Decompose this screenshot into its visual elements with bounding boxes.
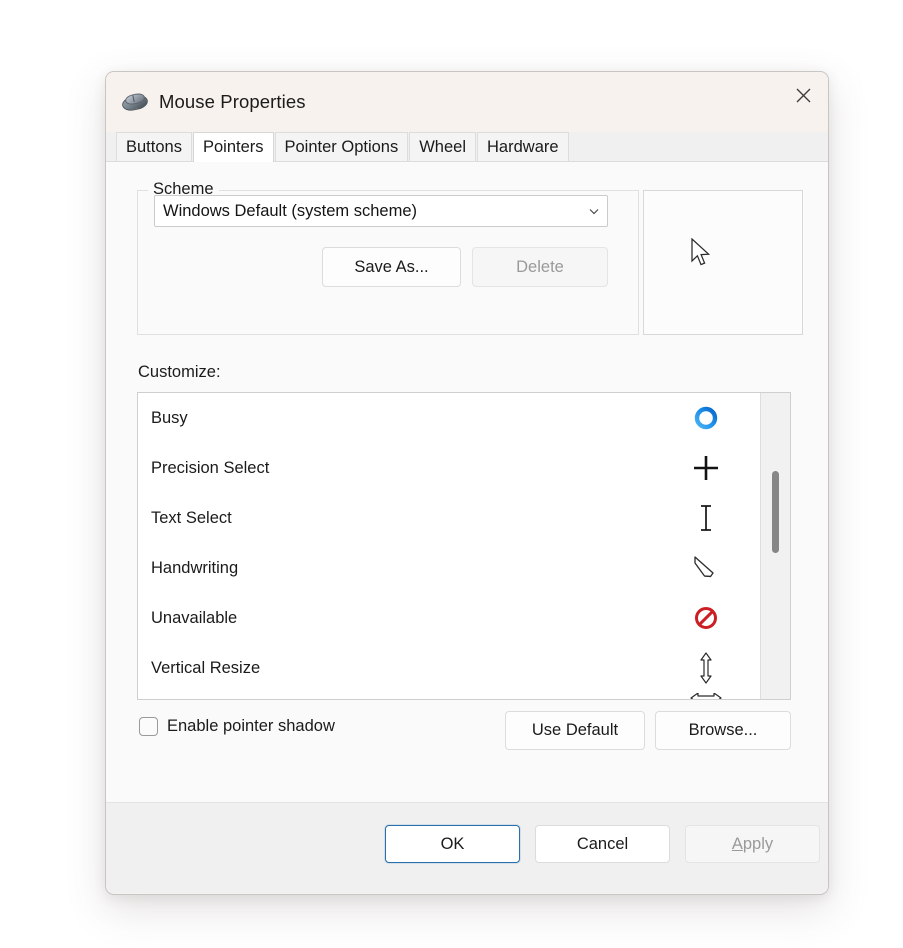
tab-pointers[interactable]: Pointers [192,132,274,162]
list-item[interactable]: Vertical Resize [138,643,790,693]
enable-pointer-shadow-label: Enable pointer shadow [167,717,335,735]
tab-strip: Buttons Pointers Pointer Options Wheel H… [106,132,828,162]
window-title: Mouse Properties [159,91,306,112]
apply-label-rest: pply [742,834,774,853]
list-item-label: Busy [151,408,188,427]
enable-pointer-shadow-checkbox[interactable]: Enable pointer shadow [139,717,335,736]
screen: Mouse Properties Buttons Pointers Pointe… [0,0,903,948]
list-item-label: Unavailable [151,608,238,627]
scheme-select-value: Windows Default (system scheme) [163,201,417,220]
horizontal-resize-cursor [684,693,728,699]
apply-button[interactable]: Apply [685,825,820,863]
list-item-label: Vertical Resize [151,658,261,677]
list-item[interactable]: Text Select [138,493,790,543]
list-item[interactable]: Precision Select [138,443,790,493]
list-item[interactable]: Handwriting [138,543,790,593]
tab-wheel[interactable]: Wheel [409,132,477,161]
tab-pointer-options[interactable]: Pointer Options [274,132,409,161]
busy-ring-cursor [684,393,728,443]
scheme-select[interactable]: Windows Default (system scheme) [154,195,608,227]
cursor-list[interactable]: Busy Precision Select Text Select Handwr… [137,392,791,700]
tab-buttons[interactable]: Buttons [116,132,192,161]
vertical-resize-cursor [684,643,728,693]
crosshair-cursor [684,443,728,493]
pen-cursor [684,543,728,593]
apply-accelerator: A [731,834,743,853]
ibeam-cursor [684,493,728,543]
cancel-button[interactable]: Cancel [535,825,670,863]
arrow-cursor [691,238,711,266]
pointer-preview-box [643,190,803,335]
tab-hardware[interactable]: Hardware [477,132,569,161]
dialog-footer: OK Cancel Apply [106,803,828,893]
list-item-label: Handwriting [151,558,239,577]
save-as-button[interactable]: Save As... [322,247,461,287]
checkbox-box [139,717,158,736]
prohibited-cursor [684,593,728,643]
list-item-label: Precision Select [151,458,270,477]
browse-button[interactable]: Browse... [655,711,791,750]
list-scrollbar[interactable] [760,393,790,699]
list-scrollbar-thumb[interactable] [772,471,779,553]
pointers-tab-panel: Scheme Windows Default (system scheme) S… [106,162,828,803]
mouse-icon [120,91,150,113]
list-item[interactable]: Unavailable [138,593,790,643]
list-item-label: Text Select [151,508,232,527]
delete-button[interactable]: Delete [472,247,608,287]
ok-button[interactable]: OK [385,825,520,863]
close-icon[interactable] [778,72,828,118]
list-item[interactable]: Busy [138,393,790,443]
use-default-button[interactable]: Use Default [505,711,645,750]
mouse-properties-dialog: Mouse Properties Buttons Pointers Pointe… [105,71,829,895]
list-item[interactable] [138,693,790,699]
chevron-down-icon [589,209,599,215]
customize-label: Customize: [138,363,221,381]
title-bar: Mouse Properties [106,72,828,132]
